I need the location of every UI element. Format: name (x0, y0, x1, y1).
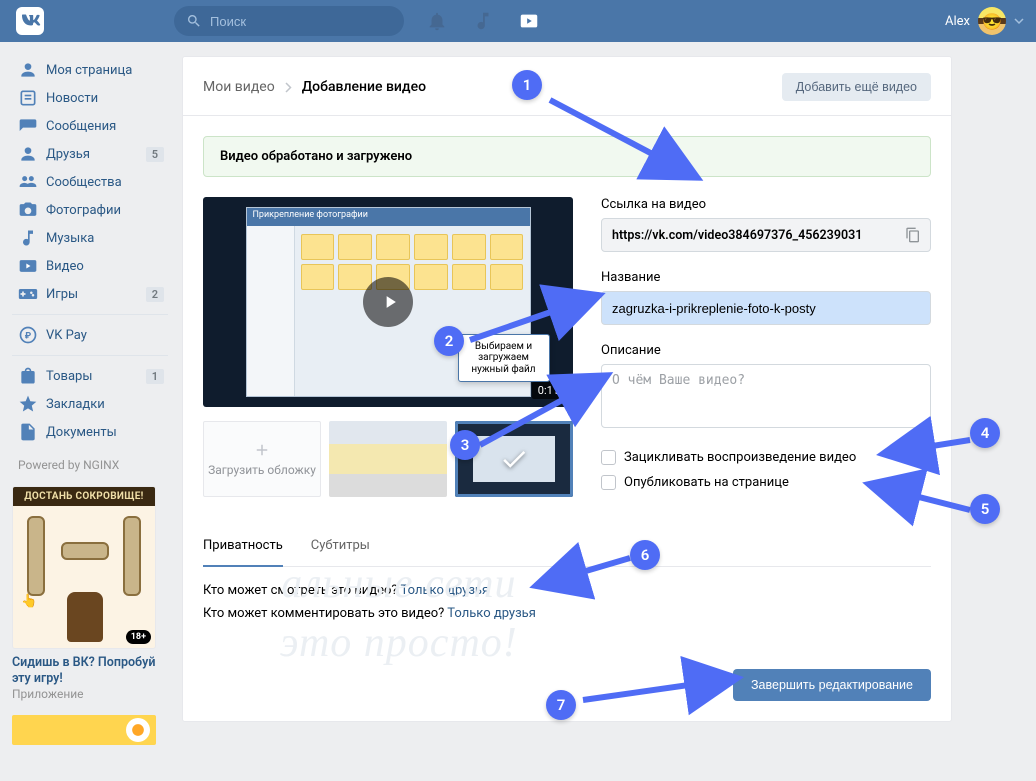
privacy-view-link[interactable]: Только друзья (401, 583, 490, 598)
tabs: Приватность Субтитры (203, 526, 931, 567)
copy-link-button[interactable] (900, 222, 926, 248)
copy-icon (905, 227, 921, 243)
cover-thumb-1[interactable] (329, 421, 447, 497)
play-button[interactable] (363, 277, 413, 327)
tab-subtitles[interactable]: Субтитры (311, 526, 370, 566)
desc-label: Описание (601, 343, 931, 358)
publish-label: Опубликовать на странице (624, 475, 789, 490)
vk-logo[interactable] (16, 7, 44, 35)
privacy-comment-link[interactable]: Только друзья (447, 606, 536, 621)
plus-icon (253, 441, 271, 459)
nav-bookmarks[interactable]: Закладки (12, 390, 168, 418)
breadcrumb-current: Добавление видео (302, 79, 426, 95)
sidebar: Моя страницаНовостиСообщенияДрузья5Сообщ… (12, 56, 168, 745)
nav-photos[interactable]: Фотографии (12, 196, 168, 224)
desc-textarea[interactable] (601, 364, 931, 428)
breadcrumb-root[interactable]: Мои видео (203, 79, 275, 95)
nav-friends[interactable]: Друзья5 (12, 140, 168, 168)
svg-text:₽: ₽ (25, 331, 32, 341)
check-icon (499, 444, 529, 474)
nav-music[interactable]: Музыка (12, 224, 168, 252)
user-menu[interactable]: Alex 😎 (945, 7, 1024, 35)
video-preview[interactable]: Прикрепление фотографии Выбираем и загру… (203, 197, 573, 407)
link-label: Ссылка на видео (601, 197, 931, 212)
main: Мои видео Добавление видео Добавить ещё … (182, 56, 952, 745)
powered-by: Powered by NGINX (12, 446, 168, 480)
nav-docs[interactable]: Документы (12, 418, 168, 446)
finish-edit-button[interactable]: Завершить редактирование (733, 669, 931, 701)
title-label: Название (601, 270, 931, 285)
nav-groups[interactable]: Сообщества (12, 168, 168, 196)
privacy-view-row: Кто может смотреть это видео? Только дру… (203, 583, 931, 598)
title-input[interactable] (601, 291, 931, 325)
video-link-box: https://vk.com/video384697376_456239031 (601, 218, 931, 252)
promo-bar[interactable] (12, 715, 156, 745)
search-icon (186, 13, 202, 29)
search-input[interactable] (210, 14, 392, 29)
promo-header: ДОСТАНЬ СОКРОВИЩЕ! (13, 487, 155, 506)
cover-thumb-2-selected[interactable] (455, 421, 573, 497)
avatar: 😎 (978, 7, 1006, 35)
nav-news[interactable]: Новости (12, 84, 168, 112)
age-badge: 18+ (126, 630, 151, 644)
loop-checkbox[interactable] (601, 450, 616, 465)
nav-games[interactable]: Игры2 (12, 280, 168, 308)
nav-pay[interactable]: ₽VK Pay (12, 321, 168, 349)
nav-profile[interactable]: Моя страница (12, 56, 168, 84)
video-duration: 0:11 (532, 382, 565, 399)
upload-cover-button[interactable]: Загрузить обложку (203, 421, 321, 497)
loop-label: Зацикливать воспроизведение видео (624, 450, 856, 465)
add-more-video-button[interactable]: Добавить ещё видео (782, 73, 931, 101)
privacy-comment-row: Кто может комментировать это видео? Толь… (203, 606, 931, 621)
nav-messages[interactable]: Сообщения (12, 112, 168, 140)
promo-box[interactable]: ДОСТАНЬ СОКРОВИЩЕ! 👆 18+ Сидишь в ВК? По… (12, 486, 168, 745)
topbar: Alex 😎 (0, 0, 1036, 42)
promo-title[interactable]: Сидишь в ВК? Попробуй эту игру! (12, 655, 168, 686)
top-icons (426, 10, 540, 32)
success-banner: Видео обработано и загружено (203, 136, 931, 177)
nav-market[interactable]: Товары1 (12, 362, 168, 390)
publish-checkbox[interactable] (601, 475, 616, 490)
chevron-right-icon (285, 82, 292, 93)
tab-privacy[interactable]: Приватность (203, 526, 283, 567)
promo-subtitle: Приложение (12, 687, 168, 701)
chevron-down-icon (1014, 16, 1024, 26)
video-icon[interactable] (518, 10, 540, 32)
bell-icon[interactable] (426, 10, 448, 32)
video-link[interactable]: https://vk.com/video384697376_456239031 (612, 228, 900, 243)
panel-header: Мои видео Добавление видео Добавить ещё … (183, 57, 951, 116)
music-icon[interactable] (472, 10, 494, 32)
username: Alex (945, 14, 970, 29)
nav-video[interactable]: Видео (12, 252, 168, 280)
search-box[interactable] (174, 6, 404, 36)
